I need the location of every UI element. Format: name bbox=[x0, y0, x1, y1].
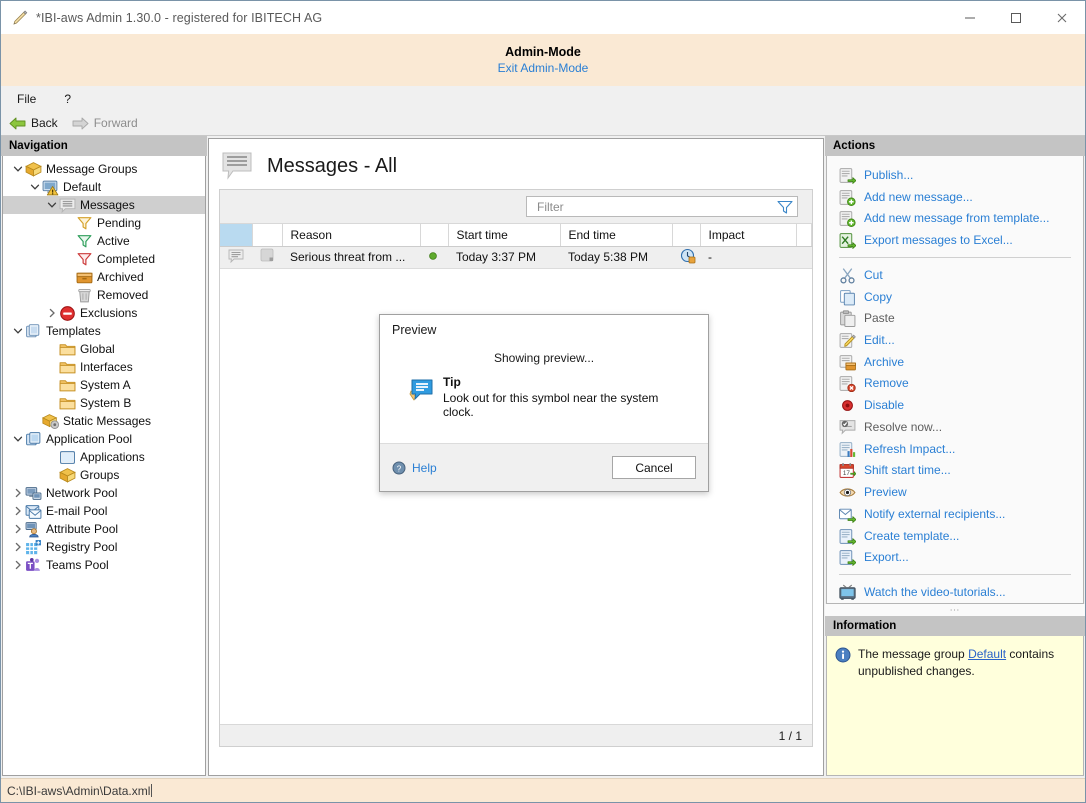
help-label: Help bbox=[412, 461, 437, 475]
help-icon: ? bbox=[392, 461, 406, 475]
dialog-tip: Tip Look out for this symbol near the sy… bbox=[396, 375, 692, 419]
svg-text:?: ? bbox=[397, 464, 402, 473]
dialog-body: Showing preview... Tip Look out for this… bbox=[380, 337, 708, 443]
tip-balloon-icon bbox=[408, 377, 434, 403]
preview-dialog: Preview Showing preview... Tip Look out … bbox=[379, 314, 709, 492]
tip-text: Look out for this symbol near the system… bbox=[443, 391, 692, 419]
help-link[interactable]: ? Help bbox=[392, 461, 437, 475]
modal-overlay: Preview Showing preview... Tip Look out … bbox=[1, 1, 1085, 802]
tip-title: Tip bbox=[443, 375, 692, 389]
dialog-footer: ? Help Cancel bbox=[380, 443, 708, 491]
dialog-title: Preview bbox=[380, 315, 708, 337]
cancel-button[interactable]: Cancel bbox=[612, 456, 696, 479]
application-window: *IBI-aws Admin 1.30.0 - registered for I… bbox=[0, 0, 1086, 803]
dialog-status-text: Showing preview... bbox=[396, 351, 692, 365]
